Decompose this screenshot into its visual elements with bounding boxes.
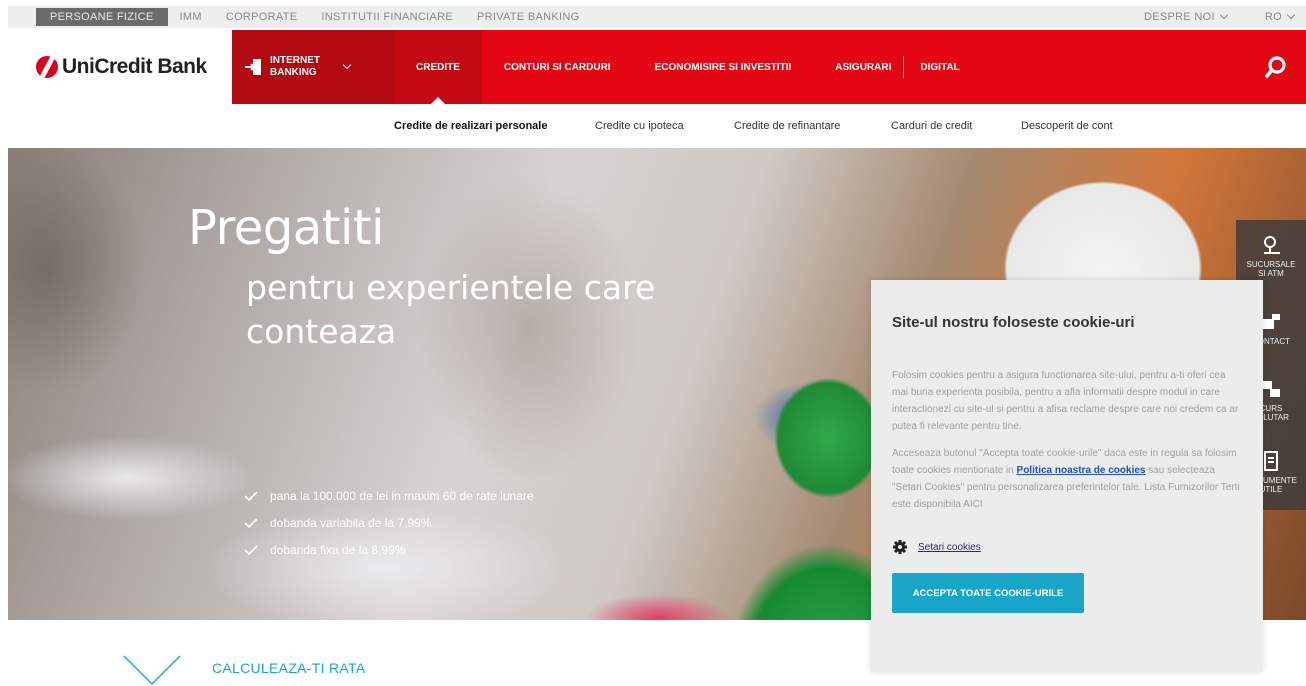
cookie-title: Site-ul nostru foloseste cookie-uri — [892, 314, 1135, 331]
logo-text: UniCredit Bank — [62, 55, 207, 78]
checkmark-icon — [244, 491, 258, 502]
calculate-rate-label: CALCULEAZA-TI RATA — [212, 660, 366, 676]
benefit-item: pana la 100.000 de lei in maxim 60 de ra… — [244, 488, 534, 504]
gear-icon — [893, 540, 907, 554]
about-dropdown[interactable]: DESPRE NOI — [1132, 10, 1239, 23]
benefit-item: dobanda variabila de la 7,99% — [244, 515, 534, 531]
search-icon — [1265, 56, 1286, 78]
nav-economisire-si-investitii[interactable]: ECONOMISIRE SI INVESTITII — [633, 30, 814, 104]
checkmark-icon — [244, 518, 258, 529]
unicredit-logo-icon — [36, 56, 58, 78]
login-arrow-icon — [245, 59, 261, 75]
benefit-text: dobanda variabila de la 7,99% — [270, 516, 432, 530]
subnav-credite-ipoteca[interactable]: Credite cu ipoteca — [595, 120, 684, 132]
chevron-down-icon — [1219, 10, 1229, 20]
segment-institutii-financiare[interactable]: INSTITUTII FINANCIARE — [309, 11, 465, 23]
page: PERSOANE FIZICE IMM CORPORATE INSTITUTII… — [0, 0, 1306, 686]
nav-conturi-si-carduri[interactable]: CONTURI SI CARDURI — [482, 30, 633, 104]
internet-banking-button[interactable]: INTERNET BANKING — [232, 30, 394, 104]
subnav-carduri-credit[interactable]: Carduri de credit — [891, 120, 972, 132]
side-link-label: SUCURSALE SI ATM — [1246, 260, 1296, 278]
cookie-consent-dialog: Site-ul nostru foloseste cookie-uri Folo… — [871, 280, 1263, 672]
cookie-policy-link[interactable]: Politica noastra de cookies — [1017, 465, 1146, 476]
nav-digital[interactable]: DIGITAL — [904, 30, 981, 104]
search-button[interactable] — [1246, 30, 1306, 104]
language-dropdown[interactable]: RO — [1253, 10, 1306, 23]
location-pin-icon — [1264, 236, 1280, 254]
hero-subtitle: pentru experientele care conteaza — [246, 268, 656, 351]
segment-persoane-fizice[interactable]: PERSOANE FIZICE — [36, 8, 168, 26]
segment-bar: PERSOANE FIZICE IMM CORPORATE INSTITUTII… — [8, 6, 1306, 28]
segment-imm[interactable]: IMM — [168, 11, 214, 23]
checkmark-icon — [244, 545, 258, 556]
segment-private-banking[interactable]: PRIVATE BANKING — [465, 11, 592, 23]
sub-nav: Credite de realizari personale Credite c… — [8, 104, 1306, 148]
about-label: DESPRE NOI — [1144, 11, 1215, 23]
calculate-rate-link[interactable]: CALCULEAZA-TI RATA — [122, 652, 422, 686]
chevron-down-icon — [123, 655, 181, 685]
benefit-text: pana la 100.000 de lei in maxim 60 de ra… — [270, 489, 534, 503]
accept-all-cookies-button[interactable]: ACCEPTA TOATE COOKIE-URILE — [892, 573, 1084, 613]
chevron-down-icon — [342, 60, 352, 70]
segment-corporate[interactable]: CORPORATE — [214, 11, 310, 23]
cookie-settings-label: Setari cookies — [918, 541, 981, 553]
hero-benefits-list: pana la 100.000 de lei in maxim 60 de ra… — [244, 488, 534, 569]
chevron-down-icon — [1286, 10, 1296, 20]
nav-credite[interactable]: CREDITE — [394, 30, 482, 104]
subnav-credite-refinantare[interactable]: Credite de refinantare — [734, 120, 840, 132]
cookie-text-1: Folosim cookies pentru a asigura functio… — [892, 370, 1239, 432]
benefit-text: dobanda fixa de la 8,99% — [270, 543, 406, 557]
cookie-text-2: Acceseaza butonul "Accepta toate cookie-… — [892, 445, 1241, 513]
benefit-item: dobanda fixa de la 8,99% — [244, 542, 534, 558]
contact-icon — [1262, 313, 1280, 329]
primary-menu: INTERNET BANKING CREDITE CONTURI SI CARD… — [232, 30, 1306, 104]
nav-asigurari[interactable]: ASIGURARI — [813, 30, 903, 104]
cookie-settings-link[interactable]: Setari cookies — [892, 539, 1241, 555]
exchange-rate-icon — [1262, 381, 1280, 397]
internet-banking-label: INTERNET BANKING — [270, 55, 320, 78]
document-icon — [1264, 451, 1278, 471]
language-label: RO — [1264, 11, 1282, 23]
hero-title: Pregatiti — [188, 200, 385, 256]
main-nav: UniCredit Bank INTERNET BANKING CREDITE … — [8, 30, 1306, 104]
logo[interactable]: UniCredit Bank — [8, 30, 232, 104]
subnav-credite-realizari-personale[interactable]: Credite de realizari personale — [394, 120, 547, 132]
subnav-descoperit-cont[interactable]: Descoperit de cont — [1021, 120, 1113, 132]
